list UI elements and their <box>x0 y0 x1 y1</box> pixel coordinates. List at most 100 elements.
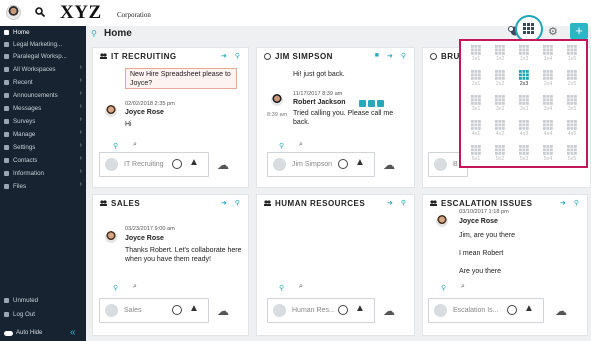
search-icon[interactable]: ⌕ <box>461 283 465 291</box>
grid-option-4x1[interactable]: 4x1 <box>465 119 487 141</box>
sidebar-item-settings[interactable]: Settings › <box>0 141 86 153</box>
alert-icon[interactable]: ▲ <box>189 303 199 314</box>
search-icon[interactable] <box>34 6 46 18</box>
grid-option-4x2[interactable]: 4x2 <box>489 119 511 141</box>
emoji-icon[interactable] <box>172 305 182 315</box>
pin-icon[interactable]: ⚲ <box>235 52 240 60</box>
grid-option-1x5[interactable]: 1x5 <box>561 44 583 66</box>
pin-icon[interactable]: ⚲ <box>441 284 446 292</box>
grid-option-3x4[interactable]: 3x4 <box>537 94 559 116</box>
pin-icon[interactable]: ⚲ <box>113 142 118 150</box>
message-composer[interactable]: Jim Simpson ▲ <box>267 152 375 177</box>
grid-option-2x5[interactable]: 2x5 <box>561 69 583 91</box>
sidebar-item-legal-marketing[interactable]: Legal Marketing... <box>0 38 86 50</box>
mute-status[interactable]: Unmuted <box>0 294 86 306</box>
pin-icon[interactable]: ⚲ <box>279 142 284 150</box>
alert-icon[interactable]: ▲ <box>524 303 534 314</box>
grid-option-2x1[interactable]: 2x1 <box>465 69 487 91</box>
sidebar-item-surveys[interactable]: Surveys › <box>0 115 86 127</box>
sidebar-item-information[interactable]: Information › <box>0 167 86 179</box>
sidebar-item-announcements[interactable]: Announcements › <box>0 89 86 101</box>
sidebar-item-contacts[interactable]: Contacts › <box>0 154 86 166</box>
message-composer[interactable]: Escalation Is... ▲ <box>428 298 544 323</box>
grid-option-label: 5x3 <box>519 156 529 162</box>
user-avatar[interactable] <box>6 5 21 20</box>
alert-icon[interactable]: ▲ <box>355 303 365 314</box>
upload-cloud-icon[interactable]: ☁ <box>383 158 395 172</box>
card-title: IT RECRUITING <box>111 51 177 61</box>
grid-option-3x2[interactable]: 3x2 <box>489 94 511 116</box>
forward-icon[interactable] <box>368 100 375 107</box>
open-arrow-icon[interactable]: ➜ <box>387 199 393 207</box>
alert-icon[interactable]: ▲ <box>189 157 199 168</box>
sidebar-item-home[interactable]: Home <box>0 26 86 38</box>
grid-option-3x5[interactable]: 3x5 <box>561 94 583 116</box>
search-icon[interactable]: ⌕ <box>133 141 137 149</box>
pin-icon[interactable]: ⚲ <box>401 52 406 60</box>
upload-cloud-icon[interactable]: ☁ <box>217 304 229 318</box>
grid-option-3x1[interactable]: 3x1 <box>465 94 487 116</box>
message-composer[interactable]: Sales ▲ <box>99 298 209 323</box>
grid-option-label: 2x4 <box>543 81 553 87</box>
grid-option-5x2[interactable]: 5x2 <box>489 144 511 166</box>
grid-option-3x3[interactable]: 3x3 <box>513 94 535 116</box>
grid-option-1x2[interactable]: 1x2 <box>489 44 511 66</box>
emoji-icon[interactable] <box>507 305 517 315</box>
upload-cloud-icon[interactable]: ☁ <box>383 304 395 318</box>
grid-option-5x3[interactable]: 5x3 <box>513 144 535 166</box>
message-composer[interactable]: IT Recruiting ▲ <box>99 152 209 177</box>
add-button[interactable]: + <box>570 23 588 39</box>
grid-icon <box>495 70 505 80</box>
sidebar-item-recent[interactable]: Recent › <box>0 76 86 88</box>
video-icon[interactable]: ■ <box>375 52 379 60</box>
grid-option-5x5[interactable]: 5x5 <box>561 144 583 166</box>
pin-icon[interactable]: ⚲ <box>113 284 118 292</box>
grid-option-1x4[interactable]: 1x4 <box>537 44 559 66</box>
grid-option-2x4[interactable]: 2x4 <box>537 69 559 91</box>
grid-option-label: 1x5 <box>567 56 577 62</box>
emoji-icon[interactable] <box>338 305 348 315</box>
gear-icon[interactable]: ⚙ <box>548 25 558 38</box>
autohide-toggle[interactable] <box>4 331 13 336</box>
sidebar-item-files[interactable]: Files › <box>0 180 86 192</box>
emoji-icon[interactable] <box>172 159 182 169</box>
grid-option-5x4[interactable]: 5x4 <box>537 144 559 166</box>
delete-icon[interactable] <box>377 100 384 107</box>
bullet-icon <box>4 41 9 47</box>
grid-option-2x2[interactable]: 2x2 <box>489 69 511 91</box>
clock-icon <box>4 79 9 85</box>
sidebar-item-messages[interactable]: Messages › <box>0 102 86 114</box>
emoji-icon[interactable] <box>338 159 348 169</box>
alert-icon[interactable]: ▲ <box>355 157 365 168</box>
grid-option-1x3[interactable]: 1x3 <box>513 44 535 66</box>
logout-button[interactable]: Log Out <box>0 308 86 320</box>
sidebar-item-all-workspaces[interactable]: All Workspaces › <box>0 63 86 75</box>
pin-icon[interactable]: ⚲ <box>279 284 284 292</box>
grid-option-4x4[interactable]: 4x4 <box>537 119 559 141</box>
collapse-sidebar-icon[interactable]: « <box>70 327 76 338</box>
search-icon[interactable]: ⌕ <box>133 283 137 291</box>
sidebar-item-manage[interactable]: Manage › <box>0 128 86 140</box>
grid-option-4x5[interactable]: 4x5 <box>561 119 583 141</box>
open-arrow-icon[interactable]: ➜ <box>560 199 566 207</box>
upload-cloud-icon[interactable]: ☁ <box>555 304 567 318</box>
grid-option-4x3[interactable]: 4x3 <box>513 119 535 141</box>
sidebar-item-paralegal-workspace[interactable]: Paralegal Worksp... <box>0 50 86 62</box>
pin-icon[interactable]: ⚲ <box>401 199 406 207</box>
grid-option-label: 3x5 <box>567 106 577 112</box>
search-icon[interactable]: ⌕ <box>299 283 303 291</box>
like-icon[interactable] <box>359 100 366 107</box>
pin-icon[interactable]: ⚲ <box>574 199 579 207</box>
open-arrow-icon[interactable]: ➜ <box>221 199 227 207</box>
grid-option-1x1[interactable]: 1x1 <box>465 44 487 66</box>
upload-cloud-icon[interactable]: ☁ <box>217 158 229 172</box>
grid-option-5x1[interactable]: 5x1 <box>465 144 487 166</box>
open-arrow-icon[interactable]: ➜ <box>221 52 227 60</box>
pin-icon[interactable]: ⚲ <box>235 199 240 207</box>
message-composer[interactable]: Human Res... ▲ <box>267 298 375 323</box>
grid-layout-picker: 1x1 1x2 1x3 1x4 1x5 2x1 2x2 2x3 2x4 2x5 3x1 3x2 3x3 3… <box>459 39 588 168</box>
search-icon[interactable]: ⌕ <box>299 141 303 149</box>
grid-option-2x3[interactable]: 2x3 <box>513 69 535 91</box>
avatar <box>436 215 448 227</box>
open-arrow-icon[interactable]: ➜ <box>387 52 393 60</box>
